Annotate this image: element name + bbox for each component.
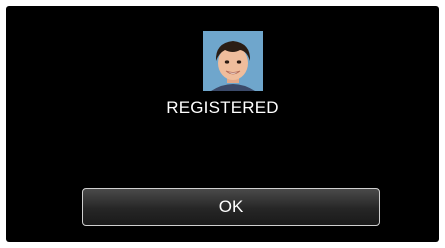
registered-status-text: REGISTERED — [166, 98, 279, 117]
registered-face-photo — [203, 31, 263, 91]
ok-button-label: OK — [218, 197, 244, 216]
registration-dialog: REGISTERED OK — [6, 6, 439, 242]
ok-button[interactable]: OK — [82, 188, 380, 226]
